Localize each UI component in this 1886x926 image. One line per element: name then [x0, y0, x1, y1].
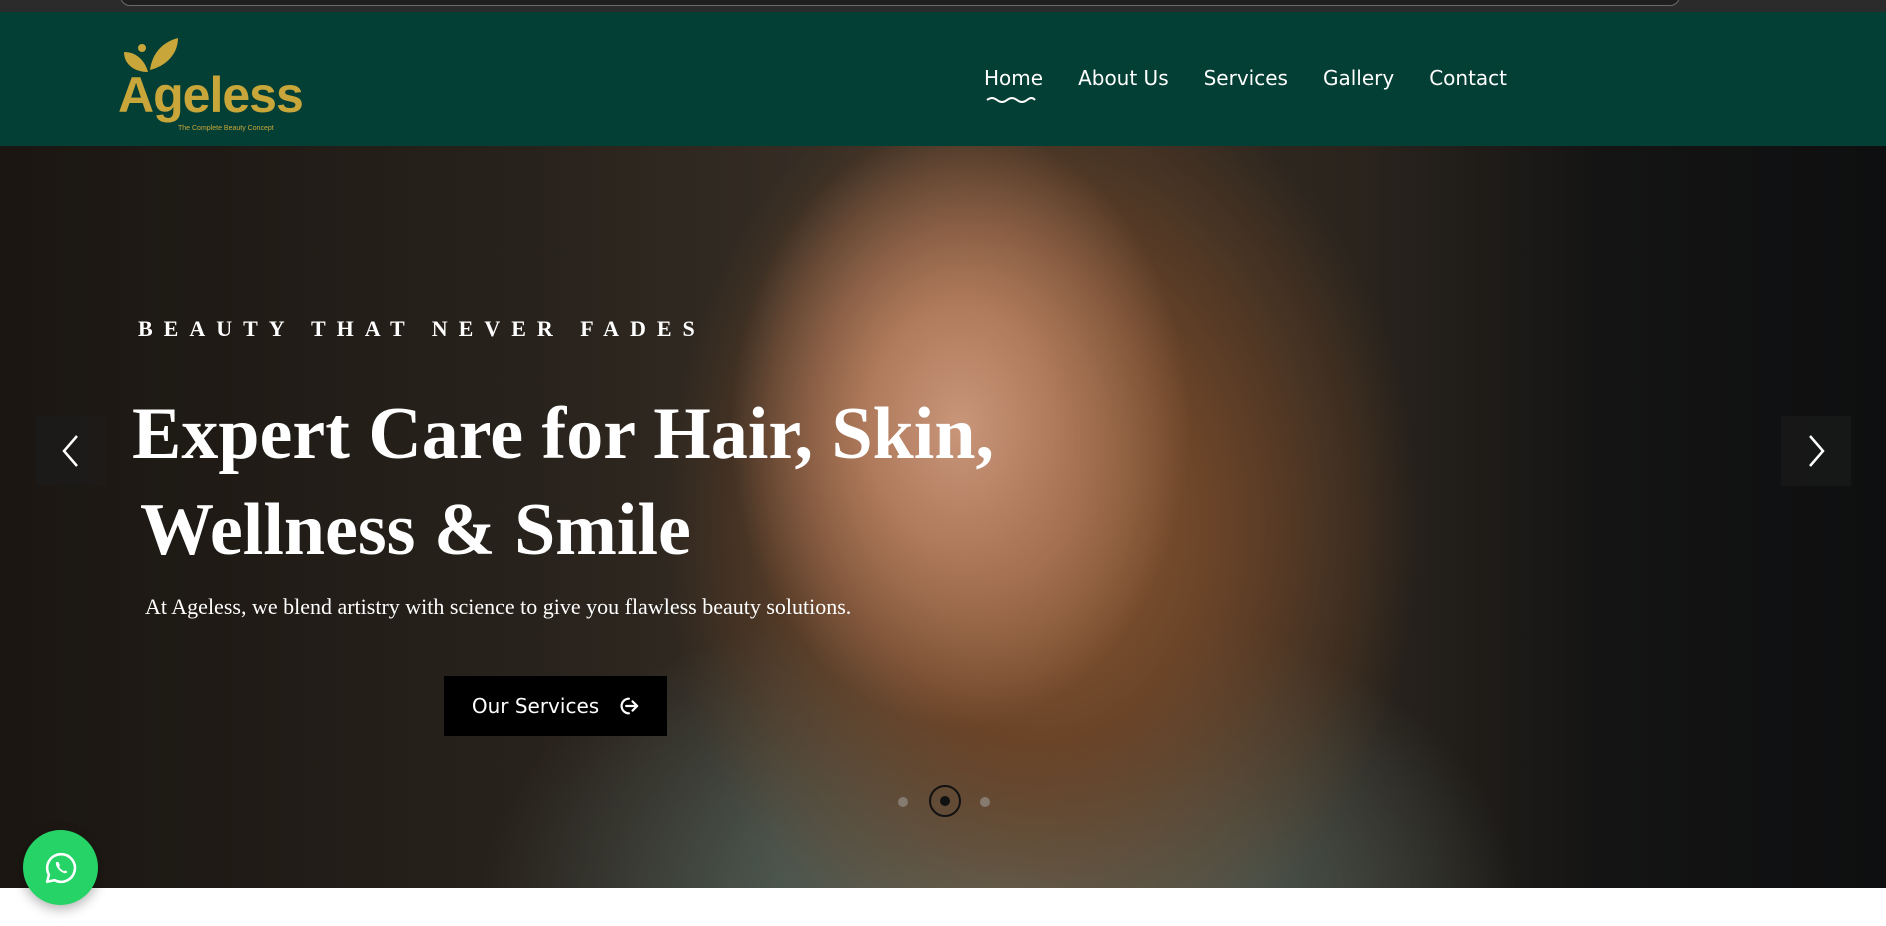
brand-logo[interactable]: Ageless The Complete Beauty Concept — [118, 34, 304, 134]
cta-label: Our Services — [471, 694, 600, 718]
nav-item-about-us[interactable]: About Us — [1078, 66, 1169, 90]
whatsapp-button[interactable] — [23, 830, 98, 905]
brand-name: Ageless — [118, 67, 304, 123]
hero-slider: BEAUTY THAT NEVER FADES Expert Care for … — [0, 146, 1886, 888]
slider-prev-button[interactable] — [36, 416, 106, 486]
hero-headline-line-1: Expert Care for Hair, Skin, — [132, 393, 994, 475]
slider-next-button[interactable] — [1781, 416, 1851, 486]
address-bar[interactable] — [120, 0, 1680, 6]
chevron-left-icon — [62, 435, 78, 467]
brand-tagline: The Complete Beauty Concept — [178, 125, 274, 132]
nav-item-contact[interactable]: Contact — [1429, 66, 1507, 90]
slider-dot[interactable] — [898, 797, 908, 807]
browser-top-strip — [0, 0, 1886, 12]
nav-item-label: About Us — [1078, 66, 1169, 90]
nav-item-home[interactable]: Home — [984, 66, 1044, 103]
nav-item-label: Gallery — [1322, 66, 1395, 90]
main-nav: Home About Us Services Gallery Contact — [984, 66, 1507, 103]
sign-out-arrow-icon — [620, 697, 639, 715]
nav-item-label: Services — [1203, 66, 1288, 90]
active-underline-icon — [986, 97, 1036, 103]
slider-pagination — [898, 785, 998, 819]
our-services-button[interactable]: Our Services — [444, 676, 667, 736]
hero-headline-line-2: Wellness & Smile — [140, 489, 691, 571]
nav-item-services[interactable]: Services — [1204, 66, 1288, 90]
hero-eyebrow: BEAUTY THAT NEVER FADES — [138, 316, 706, 341]
site-header: Ageless The Complete Beauty Concept Home… — [0, 12, 1886, 146]
whatsapp-icon — [45, 852, 76, 883]
slider-dot[interactable] — [980, 797, 990, 807]
nav-item-label: Home — [984, 66, 1044, 90]
nav-item-label: Contact — [1429, 66, 1507, 90]
hero-description: At Ageless, we blend artistry with scien… — [145, 594, 852, 619]
chevron-right-icon — [1809, 435, 1825, 467]
nav-item-gallery[interactable]: Gallery — [1323, 66, 1394, 90]
slider-dot-active[interactable] — [929, 785, 961, 817]
hero-headline: Expert Care for Hair, Skin, Wellness & S… — [132, 386, 1032, 578]
